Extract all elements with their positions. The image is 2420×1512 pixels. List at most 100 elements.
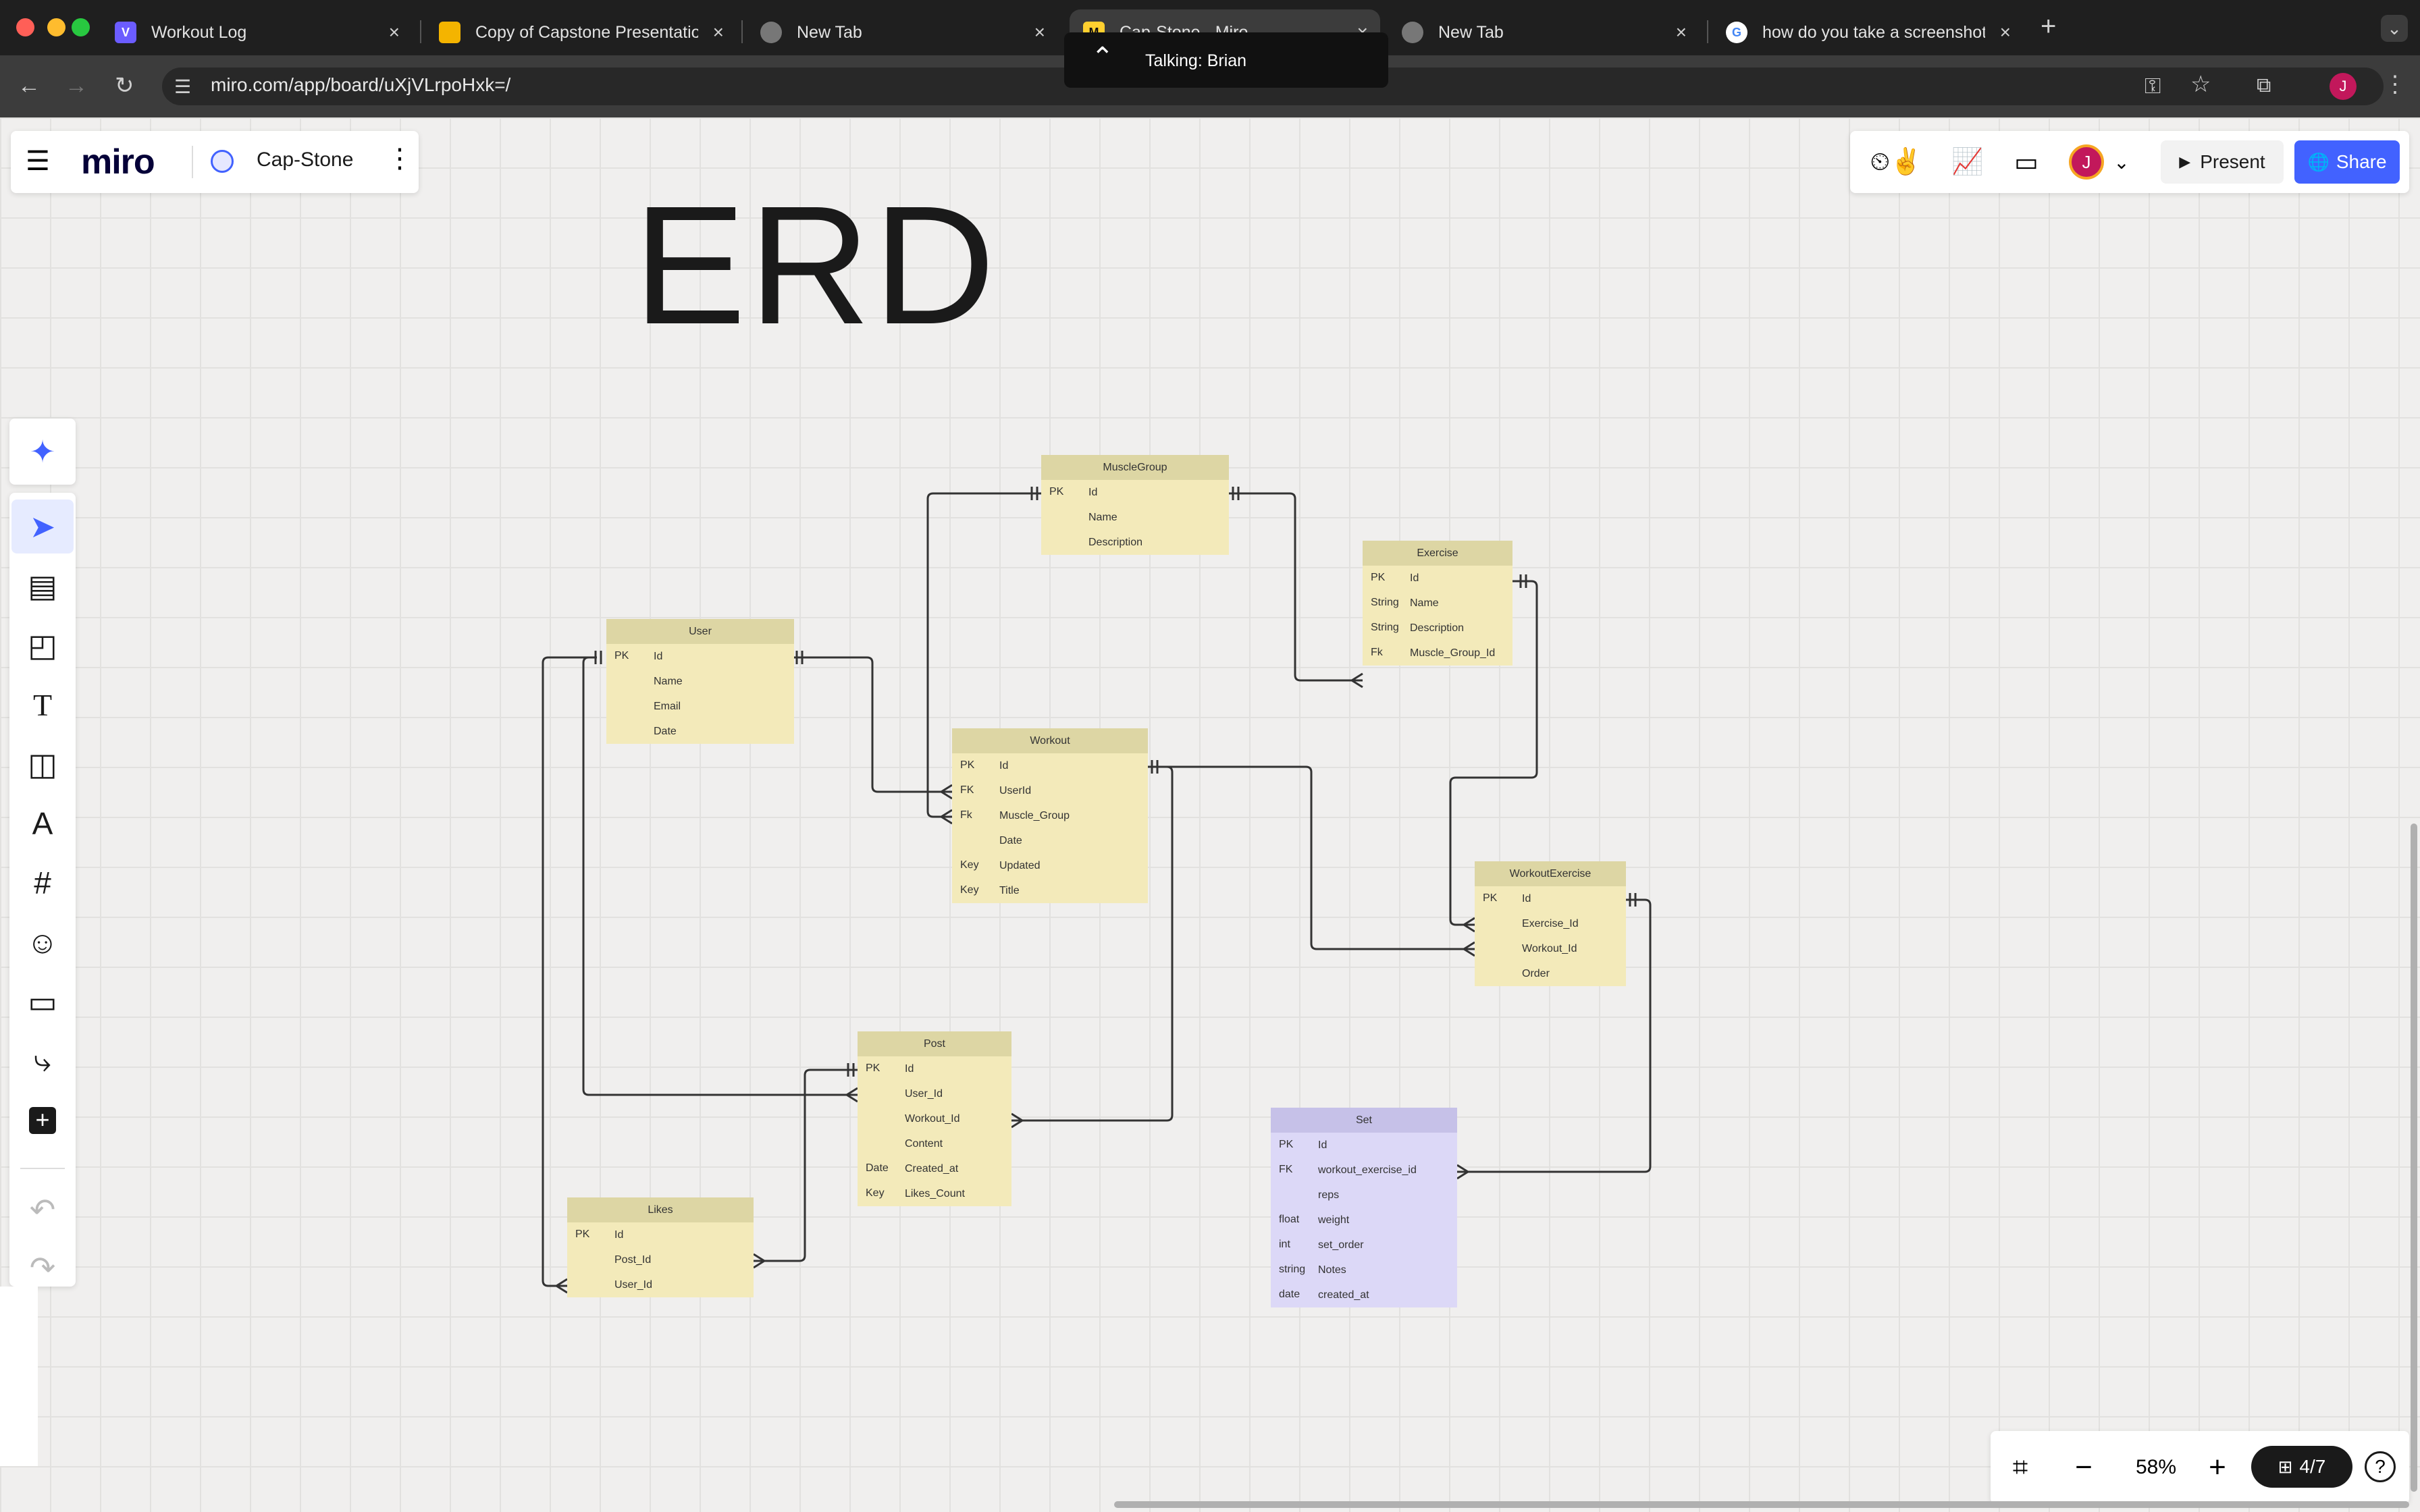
site-info-icon[interactable]: ☰ — [174, 76, 191, 99]
erd-row[interactable]: PK Id — [1475, 886, 1626, 911]
board-name[interactable]: Cap-Stone — [257, 148, 353, 171]
erd-table-title[interactable]: WorkoutExercise — [1475, 861, 1626, 886]
tab-search-chevron-icon[interactable]: ⌄ — [2381, 15, 2408, 42]
erd-row[interactable]: PK Id — [1041, 480, 1229, 505]
help-icon[interactable]: ? — [2365, 1451, 2396, 1482]
shapes-icon[interactable]: ◫ — [11, 737, 74, 791]
erd-table-title[interactable]: Exercise — [1363, 541, 1512, 566]
erd-row[interactable]: Key Likes_Count — [858, 1181, 1011, 1206]
undo-icon[interactable]: ↶ — [11, 1183, 74, 1237]
text-icon[interactable]: T — [11, 678, 74, 732]
close-icon[interactable]: × — [1034, 23, 1045, 42]
erd-row[interactable]: Key Title — [952, 878, 1148, 903]
video-camera-icon[interactable]: ▭ — [2007, 144, 2046, 180]
activity-chart-icon[interactable]: 📈 — [1950, 144, 1985, 180]
chevron-up-icon[interactable]: ⌃ — [1091, 42, 1114, 73]
erd-row[interactable]: FK workout_exercise_id — [1271, 1158, 1457, 1183]
erd-table-title[interactable]: Set — [1271, 1108, 1457, 1133]
close-icon[interactable]: × — [2000, 23, 2011, 42]
erd-row[interactable]: Date — [952, 828, 1148, 853]
erd-row[interactable]: Fk Muscle_Group_Id — [1363, 641, 1512, 666]
present-button[interactable]: ▶ Present — [2161, 140, 2284, 184]
bookmark-star-icon[interactable]: ☆ — [2190, 73, 2211, 96]
erd-row[interactable]: PK Id — [567, 1222, 754, 1247]
erd-row[interactable]: PK Id — [1271, 1133, 1457, 1158]
more-apps-plus-icon[interactable]: + — [11, 1094, 74, 1148]
erd-row[interactable]: Name — [606, 669, 794, 694]
zoom-in-icon[interactable]: + — [2197, 1447, 2238, 1488]
select-cursor-icon[interactable]: ➤ — [11, 500, 74, 554]
erd-row[interactable]: Date — [606, 719, 794, 744]
board-menu-kebab-icon[interactable]: ⋮ — [386, 143, 413, 174]
erd-row[interactable]: date created_at — [1271, 1282, 1457, 1307]
new-tab-plus-icon[interactable]: + — [2041, 13, 2056, 40]
browser-tab[interactable]: G how do you take a screenshot × — [1712, 9, 2023, 55]
erd-row[interactable]: Email — [606, 694, 794, 719]
erd-table-exercise[interactable]: Exercise PK Id String Name String Description F… — [1363, 541, 1512, 666]
erd-row[interactable]: String Name — [1363, 591, 1512, 616]
erd-row[interactable]: float weight — [1271, 1208, 1457, 1233]
back-arrow-icon[interactable]: ← — [18, 74, 41, 97]
diagram-icon[interactable]: ⤷ — [11, 1034, 74, 1088]
frame-icon[interactable]: # — [11, 856, 74, 910]
maximize-window-button[interactable] — [72, 18, 90, 36]
erd-table-post[interactable]: Post PK Id User_Id Workout_Id Content Date Crea… — [858, 1031, 1011, 1206]
close-icon[interactable]: × — [713, 23, 724, 42]
erd-table-workoutexercise[interactable]: WorkoutExercise PK Id Exercise_Id Workout_Id… — [1475, 861, 1626, 986]
erd-row[interactable]: Workout_Id — [1475, 936, 1626, 961]
miro-logo[interactable]: miro — [81, 142, 155, 182]
close-icon[interactable]: × — [389, 23, 400, 42]
erd-row[interactable]: Exercise_Id — [1475, 911, 1626, 936]
comment-icon[interactable]: ▭ — [11, 975, 74, 1029]
erd-row[interactable]: Order — [1475, 961, 1626, 986]
erd-row[interactable]: Fk Muscle_Group — [952, 803, 1148, 828]
vertical-scrollbar[interactable] — [2411, 824, 2417, 1492]
erd-row[interactable]: FK UserId — [952, 778, 1148, 803]
erd-table-title[interactable]: Post — [858, 1031, 1011, 1056]
erd-row[interactable]: PK Id — [606, 644, 794, 669]
erd-table-title[interactable]: Workout — [952, 728, 1148, 753]
erd-row[interactable]: Key Updated — [952, 853, 1148, 878]
erd-row[interactable]: Name — [1041, 505, 1229, 530]
browser-tab[interactable]: New Tab × — [747, 9, 1057, 55]
erd-table-workout[interactable]: Workout PK Id FK UserId Fk Muscle_Group Date Key… — [952, 728, 1148, 903]
reload-icon[interactable]: ↻ — [115, 74, 134, 97]
erd-table-title[interactable]: User — [606, 619, 794, 644]
sticky-note-icon[interactable]: ◰ — [11, 618, 74, 672]
url-text[interactable]: miro.com/app/board/uXjVLrpoHxk=/ — [211, 74, 510, 96]
erd-row[interactable]: String Description — [1363, 616, 1512, 641]
erd-row[interactable]: PK Id — [858, 1056, 1011, 1081]
erd-table-musclegroup[interactable]: MuscleGroup PK Id Name Description — [1041, 455, 1229, 555]
erd-row[interactable]: PK Id — [1363, 566, 1512, 591]
pen-icon[interactable]: A — [11, 796, 74, 850]
horizontal-scrollbar[interactable] — [1114, 1501, 2409, 1508]
erd-row[interactable]: PK Id — [952, 753, 1148, 778]
templates-icon[interactable]: ▤ — [11, 559, 74, 613]
browser-tab[interactable]: V Workout Log × — [101, 9, 412, 55]
erd-row[interactable]: User_Id — [567, 1272, 754, 1297]
hamburger-menu-icon[interactable]: ☰ — [26, 146, 50, 177]
profile-avatar-icon[interactable]: J — [2330, 73, 2357, 100]
erd-row[interactable]: reps — [1271, 1183, 1457, 1208]
password-key-icon[interactable]: ⚿ — [2145, 74, 2161, 97]
zoom-out-icon[interactable]: − — [2063, 1447, 2104, 1488]
share-button[interactable]: 🌐 Share — [2294, 140, 2400, 184]
fit-to-screen-icon[interactable]: ⌗ — [2000, 1447, 2041, 1488]
chevron-down-icon[interactable]: ⌄ — [2109, 148, 2134, 176]
erd-table-title[interactable]: Likes — [567, 1197, 754, 1222]
erd-table-likes[interactable]: Likes PK Id Post_Id User_Id — [567, 1197, 754, 1297]
menu-kebab-icon[interactable]: ⋮ — [2384, 73, 2406, 96]
erd-row[interactable]: Content — [858, 1131, 1011, 1156]
erd-row[interactable]: Post_Id — [567, 1247, 754, 1272]
close-icon[interactable]: × — [1676, 23, 1687, 42]
browser-tab[interactable]: Copy of Capstone Presentation × — [425, 9, 736, 55]
minimize-window-button[interactable] — [47, 18, 65, 36]
frames-counter-button[interactable]: ⊞ 4/7 — [2251, 1446, 2352, 1488]
erd-table-user[interactable]: User PK Id Name Email Date — [606, 619, 794, 744]
erd-row[interactable]: int set_order — [1271, 1233, 1457, 1258]
erd-row[interactable]: User_Id — [858, 1081, 1011, 1106]
sticker-icon[interactable]: ☺ — [11, 915, 74, 969]
erd-heading[interactable]: ERD — [633, 181, 998, 350]
erd-table-set[interactable]: Set PK Id FK workout_exercise_id reps float wei… — [1271, 1108, 1457, 1307]
forward-arrow-icon[interactable]: → — [65, 74, 88, 97]
